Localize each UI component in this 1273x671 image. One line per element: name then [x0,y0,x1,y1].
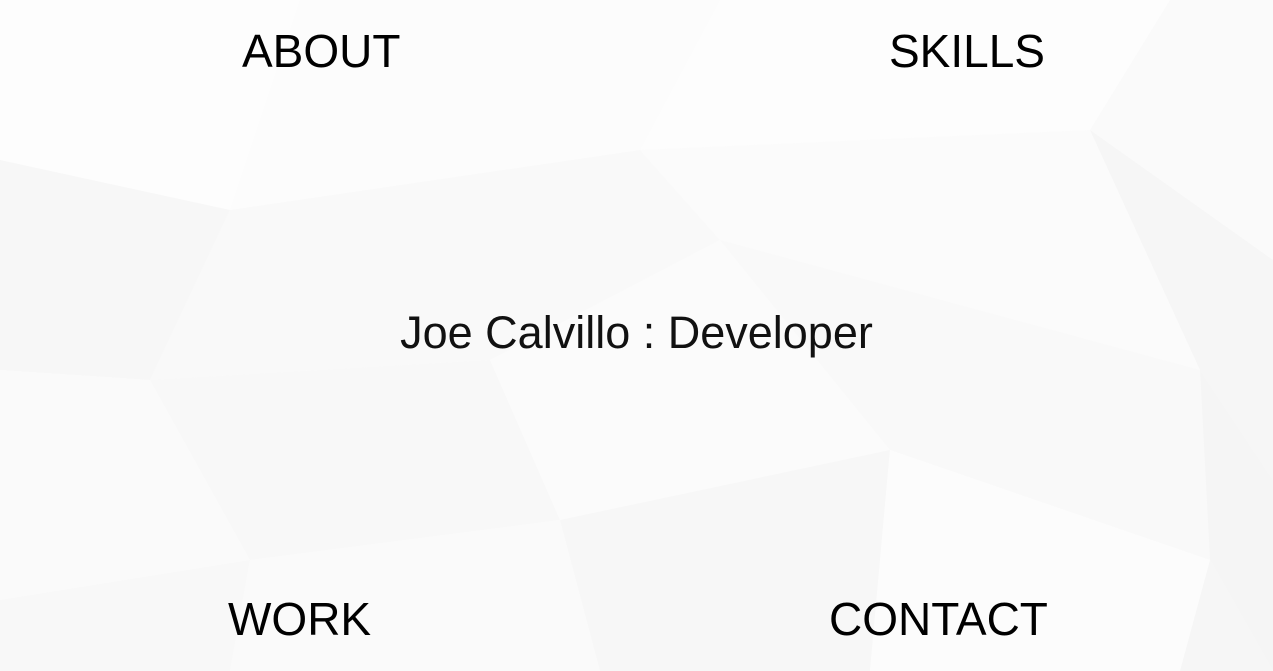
nav-link-work[interactable]: WORK [228,596,371,642]
nav-link-contact[interactable]: CONTACT [829,596,1048,642]
nav-link-skills[interactable]: SKILLS [889,28,1045,74]
hero-tagline: Joe Calvillo : Developer [400,307,873,358]
nav-link-about[interactable]: ABOUT [242,28,400,74]
